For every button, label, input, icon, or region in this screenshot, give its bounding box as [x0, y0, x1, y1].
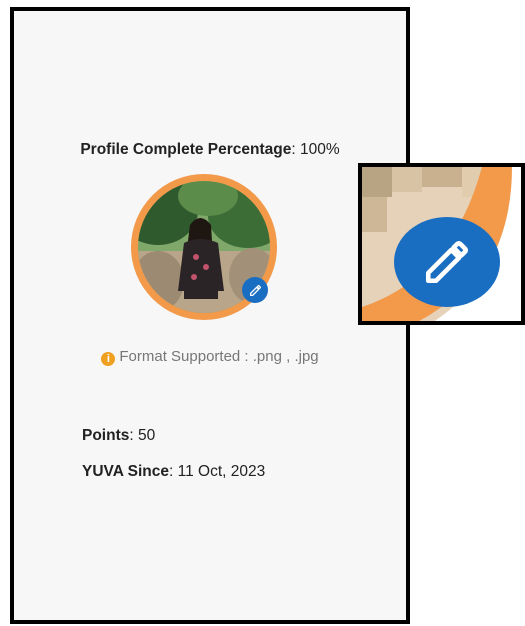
since-label: YUVA Since: [82, 463, 169, 480]
points-label: Points: [82, 427, 130, 444]
points-stat: Points: 50: [82, 427, 156, 444]
avatar-ring: [131, 174, 277, 320]
member-since-stat: YUVA Since: 11 Oct, 2023: [82, 463, 266, 480]
info-icon: i: [101, 352, 116, 366]
points-value: 50: [138, 427, 156, 444]
completion-value: 100%: [300, 141, 340, 158]
profile-panel: Profile Complete Percentage: 100% i Form…: [10, 7, 410, 624]
since-value: 11 Oct, 2023: [177, 463, 266, 480]
pencil-icon: [249, 284, 261, 296]
zoom-inset: [358, 163, 525, 325]
format-note-text: Format Supported : .png , .jpg: [119, 348, 319, 365]
edit-avatar-button[interactable]: [242, 277, 268, 303]
format-note: i Format Supported : .png , .jpg: [14, 348, 406, 366]
profile-completion: Profile Complete Percentage: 100%: [80, 141, 340, 158]
zoomed-edit-avatar-button: [394, 217, 500, 307]
completion-label: Profile Complete Percentage: [80, 141, 292, 158]
pencil-icon-zoomed: [425, 241, 468, 284]
